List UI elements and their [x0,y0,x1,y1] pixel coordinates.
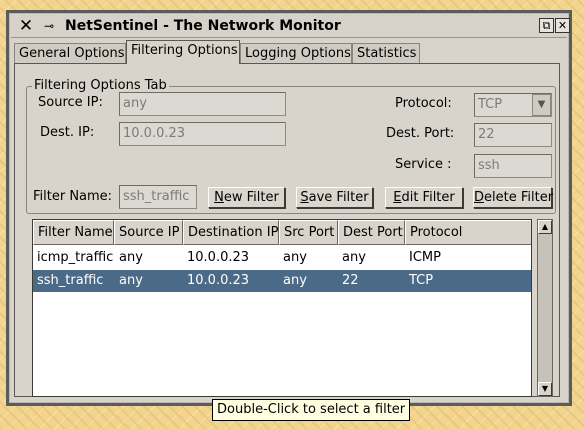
tab-label: Statistics [357,46,417,61]
new-filter-mnemonic: N [214,190,224,205]
table-cell: icmp_traffic [37,250,114,265]
table-cell: ICMP [409,250,441,265]
tab-logging-options[interactable]: Logging Options [240,43,352,63]
column-header-destination-ip[interactable]: Destination IP [183,220,279,245]
dest-ip-field[interactable]: 10.0.0.23 [119,122,286,146]
source-ip-label: Source IP: [38,95,103,110]
table-cell: 10.0.0.23 [187,273,250,288]
delete-filter-button[interactable]: Delete Filter [473,187,554,208]
table-row[interactable]: icmp_traffic any 10.0.0.23 any any ICMP [33,247,531,269]
dest-port-label: Dest. Port: [386,126,455,141]
column-header-source-ip[interactable]: Source IP [114,220,183,245]
source-ip-field[interactable]: any [119,92,286,116]
tab-general-options[interactable]: General Options [14,43,126,63]
tab-label: Filtering Options [131,43,238,58]
tooltip: Double-Click to select a filter [212,399,411,421]
save-filter-label: ave Filter [308,190,369,205]
table-cell: ssh_traffic [37,273,104,288]
table-cell: any [283,273,307,288]
protocol-label: Protocol: [395,96,452,111]
service-label: Service : [395,157,452,172]
dest-port-field[interactable]: 22 [474,123,552,147]
save-filter-button[interactable]: Save Filter [296,187,373,208]
tab-label: General Options [19,46,125,61]
scroll-up-icon[interactable]: ▲ [538,220,552,234]
service-field[interactable]: ssh [474,154,552,178]
table-cell: 10.0.0.23 [187,250,250,265]
filters-table[interactable]: Filter Name Source IP Destination IP Src… [32,219,532,397]
table-cell: TCP [409,273,434,288]
protocol-value: TCP [478,97,503,112]
pin-icon[interactable]: ⊸ [40,19,58,33]
table-cell: any [119,250,143,265]
close-icon[interactable]: ✕ [555,18,570,33]
scroll-down-icon[interactable]: ▼ [538,382,552,396]
table-cell: 22 [342,273,359,288]
table-header: Filter Name Source IP Destination IP Src… [33,220,531,245]
filter-name-field[interactable]: ssh_traffic [119,185,197,209]
chevron-down-icon[interactable]: ▼ [532,94,551,116]
column-header-protocol[interactable]: Protocol [405,220,531,245]
group-title: Filtering Options Tab [32,78,169,93]
table-row-selected[interactable]: ssh_traffic any 10.0.0.23 any 22 TCP [33,270,531,292]
new-filter-button[interactable]: New Filter [208,187,285,208]
table-cell: any [119,273,143,288]
column-header-src-port[interactable]: Src Port [279,220,338,245]
tab-statistics[interactable]: Statistics [352,43,420,63]
edit-filter-label: dit Filter [401,190,455,205]
tab-label: Logging Options [245,46,351,61]
table-cell: any [342,250,366,265]
tab-filtering-options[interactable]: Filtering Options [126,40,240,64]
vertical-scrollbar[interactable]: ▲ ▼ [537,219,553,397]
column-header-dest-port[interactable]: Dest Port [338,220,405,245]
table-cell: any [283,250,307,265]
save-filter-mnemonic: S [300,190,309,205]
edit-filter-button[interactable]: Edit Filter [385,187,463,208]
x-logo-icon[interactable]: ✕ [17,17,35,35]
title-bar[interactable]: ✕ ⊸ NetSentinel - The Network Monitor ⧉ … [11,15,570,38]
dest-ip-label: Dest. IP: [40,125,95,140]
delete-filter-mnemonic: D [474,190,485,205]
delete-filter-label: elete Filter [484,190,554,205]
window-title: NetSentinel - The Network Monitor [65,18,341,34]
column-header-filter-name[interactable]: Filter Name [33,220,114,245]
restore-icon[interactable]: ⧉ [539,18,554,33]
filter-name-label: Filter Name: [33,189,113,204]
new-filter-label: ew Filter [223,190,279,205]
